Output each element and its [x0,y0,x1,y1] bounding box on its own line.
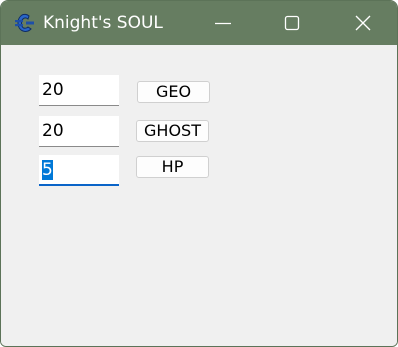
geo-field[interactable]: 20 [39,75,119,106]
title-bar[interactable]: Knight's SOUL [1,1,397,45]
hp-button[interactable]: HP [136,156,209,178]
client-area: 20 GEO 20 GHOST 5 HP [1,45,397,346]
minimize-button[interactable] [200,1,246,45]
maximize-icon [284,15,300,31]
window-title: Knight's SOUL [43,13,163,33]
ghost-button[interactable]: GHOST [136,120,209,142]
geo-button[interactable]: GEO [137,81,210,103]
hp-field-value: 5 [42,160,53,180]
close-button[interactable] [340,1,386,45]
close-icon [355,15,371,31]
ghost-field-value: 20 [42,121,64,141]
app-window: Knight's SOUL 20 GEO 20 GHOST 5 HP [0,0,398,347]
ghost-field[interactable]: 20 [39,116,119,147]
cheat-engine-icon [14,11,36,35]
minimize-icon [215,22,231,25]
maximize-button[interactable] [269,1,315,45]
hp-field[interactable]: 5 [39,155,119,186]
geo-field-value: 20 [42,80,64,100]
